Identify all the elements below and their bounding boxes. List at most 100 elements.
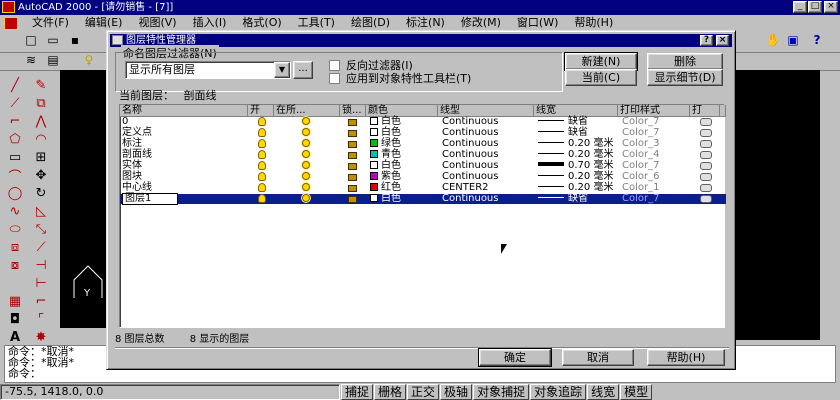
bulb-icon[interactable] xyxy=(258,117,266,127)
layer-linetype[interactable]: Continuous xyxy=(442,194,498,204)
polar-toggle[interactable]: 极轴 xyxy=(440,384,473,400)
grid-toggle[interactable]: 栅格 xyxy=(374,384,407,400)
layer-linetype[interactable]: Continuous xyxy=(442,161,498,171)
sun-icon[interactable] xyxy=(302,117,310,127)
table-row[interactable]: 定义点 白色 Continuous 缺省 Color_7 xyxy=(120,128,726,138)
dialog-close-button[interactable]: × xyxy=(716,35,729,46)
layer-lineweight[interactable]: 0.20 毫米 xyxy=(538,183,613,193)
apply-toolbar-checkbox[interactable]: 应用到对象特性工具栏(T) xyxy=(329,70,471,86)
layer-linetype[interactable]: Continuous xyxy=(442,150,498,160)
table-row[interactable]: 0 白色 Continuous 缺省 Color_7 xyxy=(120,117,726,127)
sun-icon[interactable] xyxy=(302,128,310,138)
menu-window[interactable]: 窗口(W) xyxy=(509,15,566,31)
save-icon[interactable]: ▪ xyxy=(66,31,84,49)
layer-color[interactable]: 白色 xyxy=(370,194,401,204)
checkbox-box[interactable] xyxy=(329,59,340,71)
printer-icon[interactable] xyxy=(700,194,712,204)
printer-icon[interactable] xyxy=(700,150,712,160)
model-toggle[interactable]: 模型 xyxy=(620,384,653,400)
layer-table[interactable]: 名称 开 在所... 锁... 颜色 线型 线宽 打印样式 打 0 白色 Conti… xyxy=(119,104,726,328)
printer-icon[interactable] xyxy=(700,128,712,138)
ortho-toggle[interactable]: 正交 xyxy=(407,384,440,400)
printer-icon[interactable] xyxy=(700,117,712,127)
bulb-icon[interactable] xyxy=(258,161,266,171)
ok-button[interactable]: 确定 xyxy=(478,348,552,367)
layer-name[interactable]: 0 xyxy=(122,117,246,127)
layer-color[interactable]: 白色 xyxy=(370,128,401,138)
printer-icon[interactable] xyxy=(700,161,712,171)
layer-lineweight[interactable]: 0.20 毫米 xyxy=(538,150,613,160)
layer-linetype[interactable]: Continuous xyxy=(442,172,498,182)
lock-icon[interactable] xyxy=(348,150,357,160)
menu-insert[interactable]: 插入(I) xyxy=(185,15,235,31)
col-name[interactable]: 名称 xyxy=(120,105,248,117)
layer-name[interactable]: 标注 xyxy=(122,139,246,149)
layer-linetype[interactable]: CENTER2 xyxy=(442,183,489,193)
cancel-button[interactable]: 取消 xyxy=(562,349,634,366)
layer-linetype[interactable]: Continuous xyxy=(442,139,498,149)
maximize-button[interactable]: □ xyxy=(808,1,822,13)
show-details-button[interactable]: 显示细节(D) xyxy=(647,69,723,86)
delete-layer-button[interactable]: 删除 xyxy=(647,53,723,70)
lock-icon[interactable] xyxy=(348,183,357,193)
printer-icon[interactable] xyxy=(700,139,712,149)
osnap-toggle[interactable]: 对象捕捉 xyxy=(473,384,530,400)
layer-color[interactable]: 白色 xyxy=(370,117,401,127)
menu-help[interactable]: 帮助(H) xyxy=(566,15,621,31)
menu-view[interactable]: 视图(V) xyxy=(130,15,184,31)
sun-icon[interactable] xyxy=(302,161,310,171)
layer-color[interactable]: 紫色 xyxy=(370,172,401,182)
layer-color[interactable]: 青色 xyxy=(370,150,401,160)
col-color[interactable]: 颜色 xyxy=(366,105,438,117)
col-lock[interactable]: 锁... xyxy=(340,105,366,117)
open-file-icon[interactable]: ▭ xyxy=(44,31,62,49)
layer-bulb-icon[interactable]: ♀ xyxy=(80,51,98,69)
layer-name-input[interactable]: 图层1 xyxy=(122,193,178,205)
document-icon[interactable] xyxy=(4,16,18,30)
redraw-icon[interactable]: ▣ xyxy=(784,31,802,49)
col-plot[interactable]: 打 xyxy=(690,105,720,117)
bulb-icon[interactable] xyxy=(258,150,266,160)
printer-icon[interactable] xyxy=(700,172,712,182)
layer-lineweight[interactable]: 缺省 xyxy=(538,194,588,204)
menu-modify[interactable]: 修改(M) xyxy=(453,15,509,31)
close-button[interactable]: × xyxy=(824,1,838,13)
layers-icon[interactable]: ≋ xyxy=(22,51,40,69)
table-row[interactable]: 图层1 白色 Continuous 缺省 Color_7 xyxy=(120,193,726,205)
layer-linetype[interactable]: Continuous xyxy=(442,117,498,127)
table-row[interactable]: 中心线 红色 CENTER2 0.20 毫米 Color_1 xyxy=(120,183,726,193)
new-layer-button[interactable]: 新建(N) xyxy=(564,52,638,71)
help-button[interactable]: 帮助(H) xyxy=(647,349,725,366)
chevron-down-icon[interactable]: ▼ xyxy=(274,62,290,78)
col-freeze-all[interactable]: 在所... xyxy=(274,105,340,117)
menu-format[interactable]: 格式(O) xyxy=(234,15,289,31)
minimize-button[interactable]: _ xyxy=(793,1,807,13)
pan-icon[interactable]: ✋ xyxy=(764,31,782,49)
sun-icon[interactable] xyxy=(302,172,310,182)
snap-toggle[interactable]: 捕捉 xyxy=(341,384,374,400)
layer-prev-icon[interactable]: ▤ xyxy=(44,51,62,69)
set-current-button[interactable]: 当前(C) xyxy=(565,69,637,86)
filter-dialog-button[interactable]: ... xyxy=(293,61,313,79)
layer-name[interactable]: 图层1 xyxy=(122,193,246,205)
lock-icon[interactable] xyxy=(348,117,357,127)
layer-lineweight[interactable]: 0.70 毫米 xyxy=(538,161,613,171)
layer-name[interactable]: 实体 xyxy=(122,161,246,171)
lock-icon[interactable] xyxy=(348,161,357,171)
dialog-help-button[interactable]: ? xyxy=(700,35,713,46)
bulb-icon[interactable] xyxy=(258,194,266,204)
lock-icon[interactable] xyxy=(348,172,357,182)
layer-name[interactable]: 图块 xyxy=(122,172,246,182)
new-file-icon[interactable]: □ xyxy=(22,31,40,49)
table-row[interactable]: 实体 白色 Continuous 0.70 毫米 Color_7 xyxy=(120,161,726,171)
layer-linetype[interactable]: Continuous xyxy=(442,128,498,138)
layer-name[interactable]: 剖面线 xyxy=(122,150,246,160)
table-row[interactable]: 标注 绿色 Continuous 0.20 毫米 Color_3 xyxy=(120,139,726,149)
sun-icon[interactable] xyxy=(302,139,310,149)
table-row[interactable]: 剖面线 青色 Continuous 0.20 毫米 Color_4 xyxy=(120,150,726,160)
layer-name[interactable]: 定义点 xyxy=(122,128,246,138)
bulb-icon[interactable] xyxy=(258,139,266,149)
lock-icon[interactable] xyxy=(348,128,357,138)
menu-draw[interactable]: 绘图(D) xyxy=(343,15,398,31)
menu-file[interactable]: 文件(F) xyxy=(24,15,77,31)
